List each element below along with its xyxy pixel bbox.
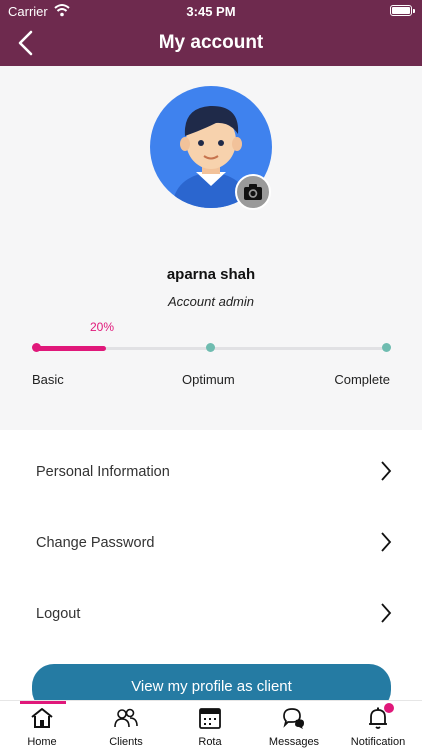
- chevron-right-icon: [381, 532, 392, 552]
- menu-item-logout[interactable]: Logout: [0, 578, 422, 638]
- tab-clients[interactable]: Clients: [84, 701, 168, 750]
- level-label-complete: Complete: [334, 372, 390, 387]
- tab-home[interactable]: Home: [0, 701, 84, 750]
- tab-label: Clients: [109, 736, 143, 748]
- tab-label: Rota: [198, 736, 222, 748]
- menu-item-label: Change Password: [36, 535, 155, 551]
- bottom-tab-bar: Home Clients Rota Messages Notification: [0, 700, 422, 750]
- home-icon: [31, 708, 53, 728]
- level-label-basic: Basic: [32, 372, 64, 387]
- menu-item-label: Logout: [36, 606, 81, 622]
- change-photo-button[interactable]: [235, 174, 271, 210]
- tab-notification[interactable]: Notification: [336, 701, 420, 750]
- menu-item-label: Personal Information: [36, 464, 170, 480]
- progress-dot-complete: [382, 343, 391, 352]
- progress-dot-basic: [32, 343, 41, 352]
- battery-icon: [390, 5, 415, 16]
- tab-messages[interactable]: Messages: [252, 701, 336, 750]
- user-role: Account admin: [168, 294, 254, 309]
- account-menu: Personal Information Change Password Log…: [0, 430, 422, 700]
- calendar-icon: [199, 708, 221, 729]
- tab-label: Notification: [350, 736, 406, 748]
- user-name: aparna shah: [166, 266, 256, 283]
- profile-progress-fill: [36, 346, 106, 351]
- users-icon: [114, 708, 138, 728]
- tab-rota[interactable]: Rota: [168, 701, 252, 750]
- level-label-optimum: Optimum: [182, 372, 235, 387]
- profile-section: aparna shah Account admin 20% Basic Opti…: [0, 66, 422, 430]
- progress-dot-optimum: [206, 343, 215, 352]
- notification-badge: [384, 703, 394, 713]
- page-title: My account: [158, 32, 264, 53]
- camera-icon: [244, 184, 262, 200]
- profile-completion-percent: 20%: [90, 320, 115, 334]
- menu-item-change-password[interactable]: Change Password: [0, 507, 422, 567]
- app-header: Carrier 3:45 PM My account: [0, 0, 422, 66]
- menu-item-personal-information[interactable]: Personal Information: [0, 436, 422, 496]
- chevron-right-icon: [381, 461, 392, 481]
- status-time: 3:45 PM: [186, 4, 236, 19]
- tab-label: Messages: [268, 736, 320, 748]
- chevron-right-icon: [381, 603, 392, 623]
- status-bar: Carrier 3:45 PM: [0, 0, 422, 22]
- tab-label: Home: [27, 736, 57, 748]
- chat-icon: [283, 708, 304, 729]
